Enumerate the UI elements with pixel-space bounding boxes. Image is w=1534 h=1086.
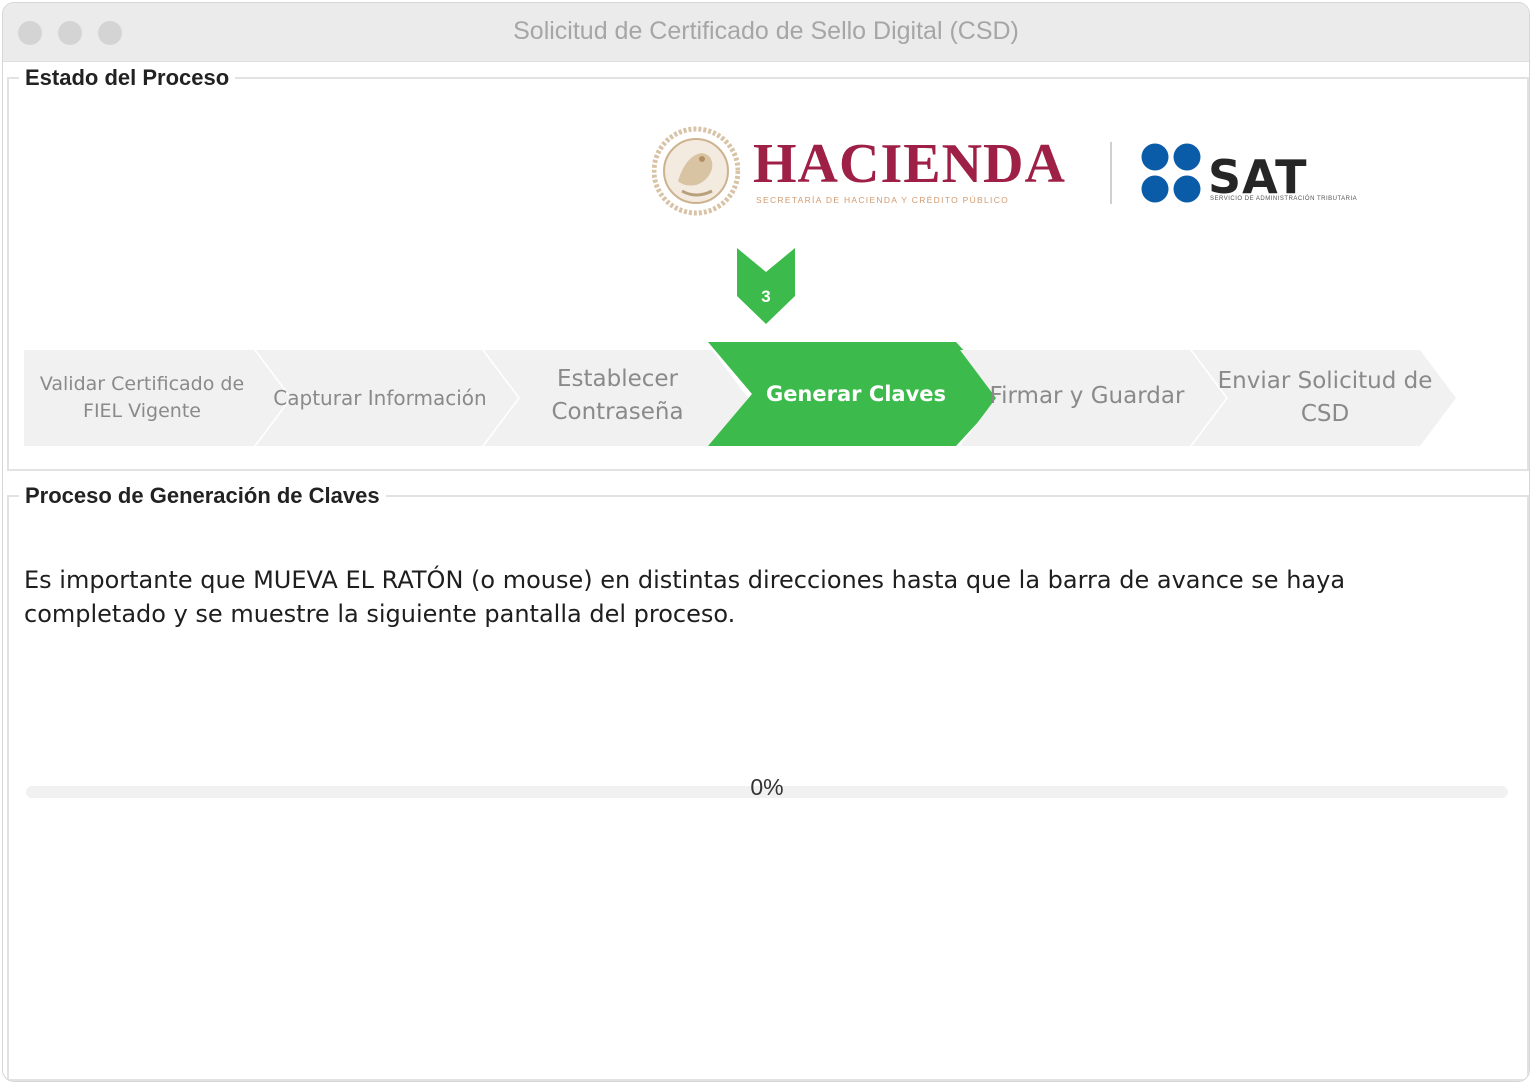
step-label-enviar-solicitud: Enviar Solicitud de CSD bbox=[1217, 368, 1433, 427]
hacienda-logo-text: HACIENDA bbox=[753, 133, 1066, 195]
instructions-text: Es importante que MUEVA EL RATÓN (o mous… bbox=[24, 566, 1346, 628]
window-title: Solicitud de Certificado de Sello Digita… bbox=[513, 17, 1019, 45]
sat-dots-icon bbox=[1141, 143, 1201, 203]
step-label-firmar-guardar: Firmar y Guardar bbox=[989, 382, 1185, 409]
step-label-validar-certificado: Validar Certificado de FIEL Vigente bbox=[39, 373, 245, 422]
progress-percentage: 0% bbox=[750, 774, 784, 800]
step-label-generar-claves: Generar Claves bbox=[765, 382, 947, 407]
current-step-marker-icon bbox=[737, 248, 795, 324]
title-bar: Solicitud de Certificado de Sello Digita… bbox=[3, 3, 1529, 62]
mexico-seal-icon bbox=[652, 126, 740, 216]
logo-divider bbox=[1110, 142, 1112, 204]
hacienda-logo-subtitle: SECRETARÍA DE HACIENDA Y CRÉDITO PÚBLICO bbox=[756, 195, 1010, 205]
current-step-number: 3 bbox=[761, 287, 771, 306]
sat-logo-subtitle: SERVICIO DE ADMINISTRACIÓN TRIBUTARIA bbox=[1210, 196, 1358, 202]
process-status-legend: Estado del Proceso bbox=[25, 65, 230, 90]
step-label-capturar-informacion: Capturar Información bbox=[273, 385, 487, 410]
key-generation-legend: Proceso de Generación de Claves bbox=[25, 483, 380, 508]
step-label-establecer-contrasena: Establecer Contraseña bbox=[551, 366, 684, 425]
